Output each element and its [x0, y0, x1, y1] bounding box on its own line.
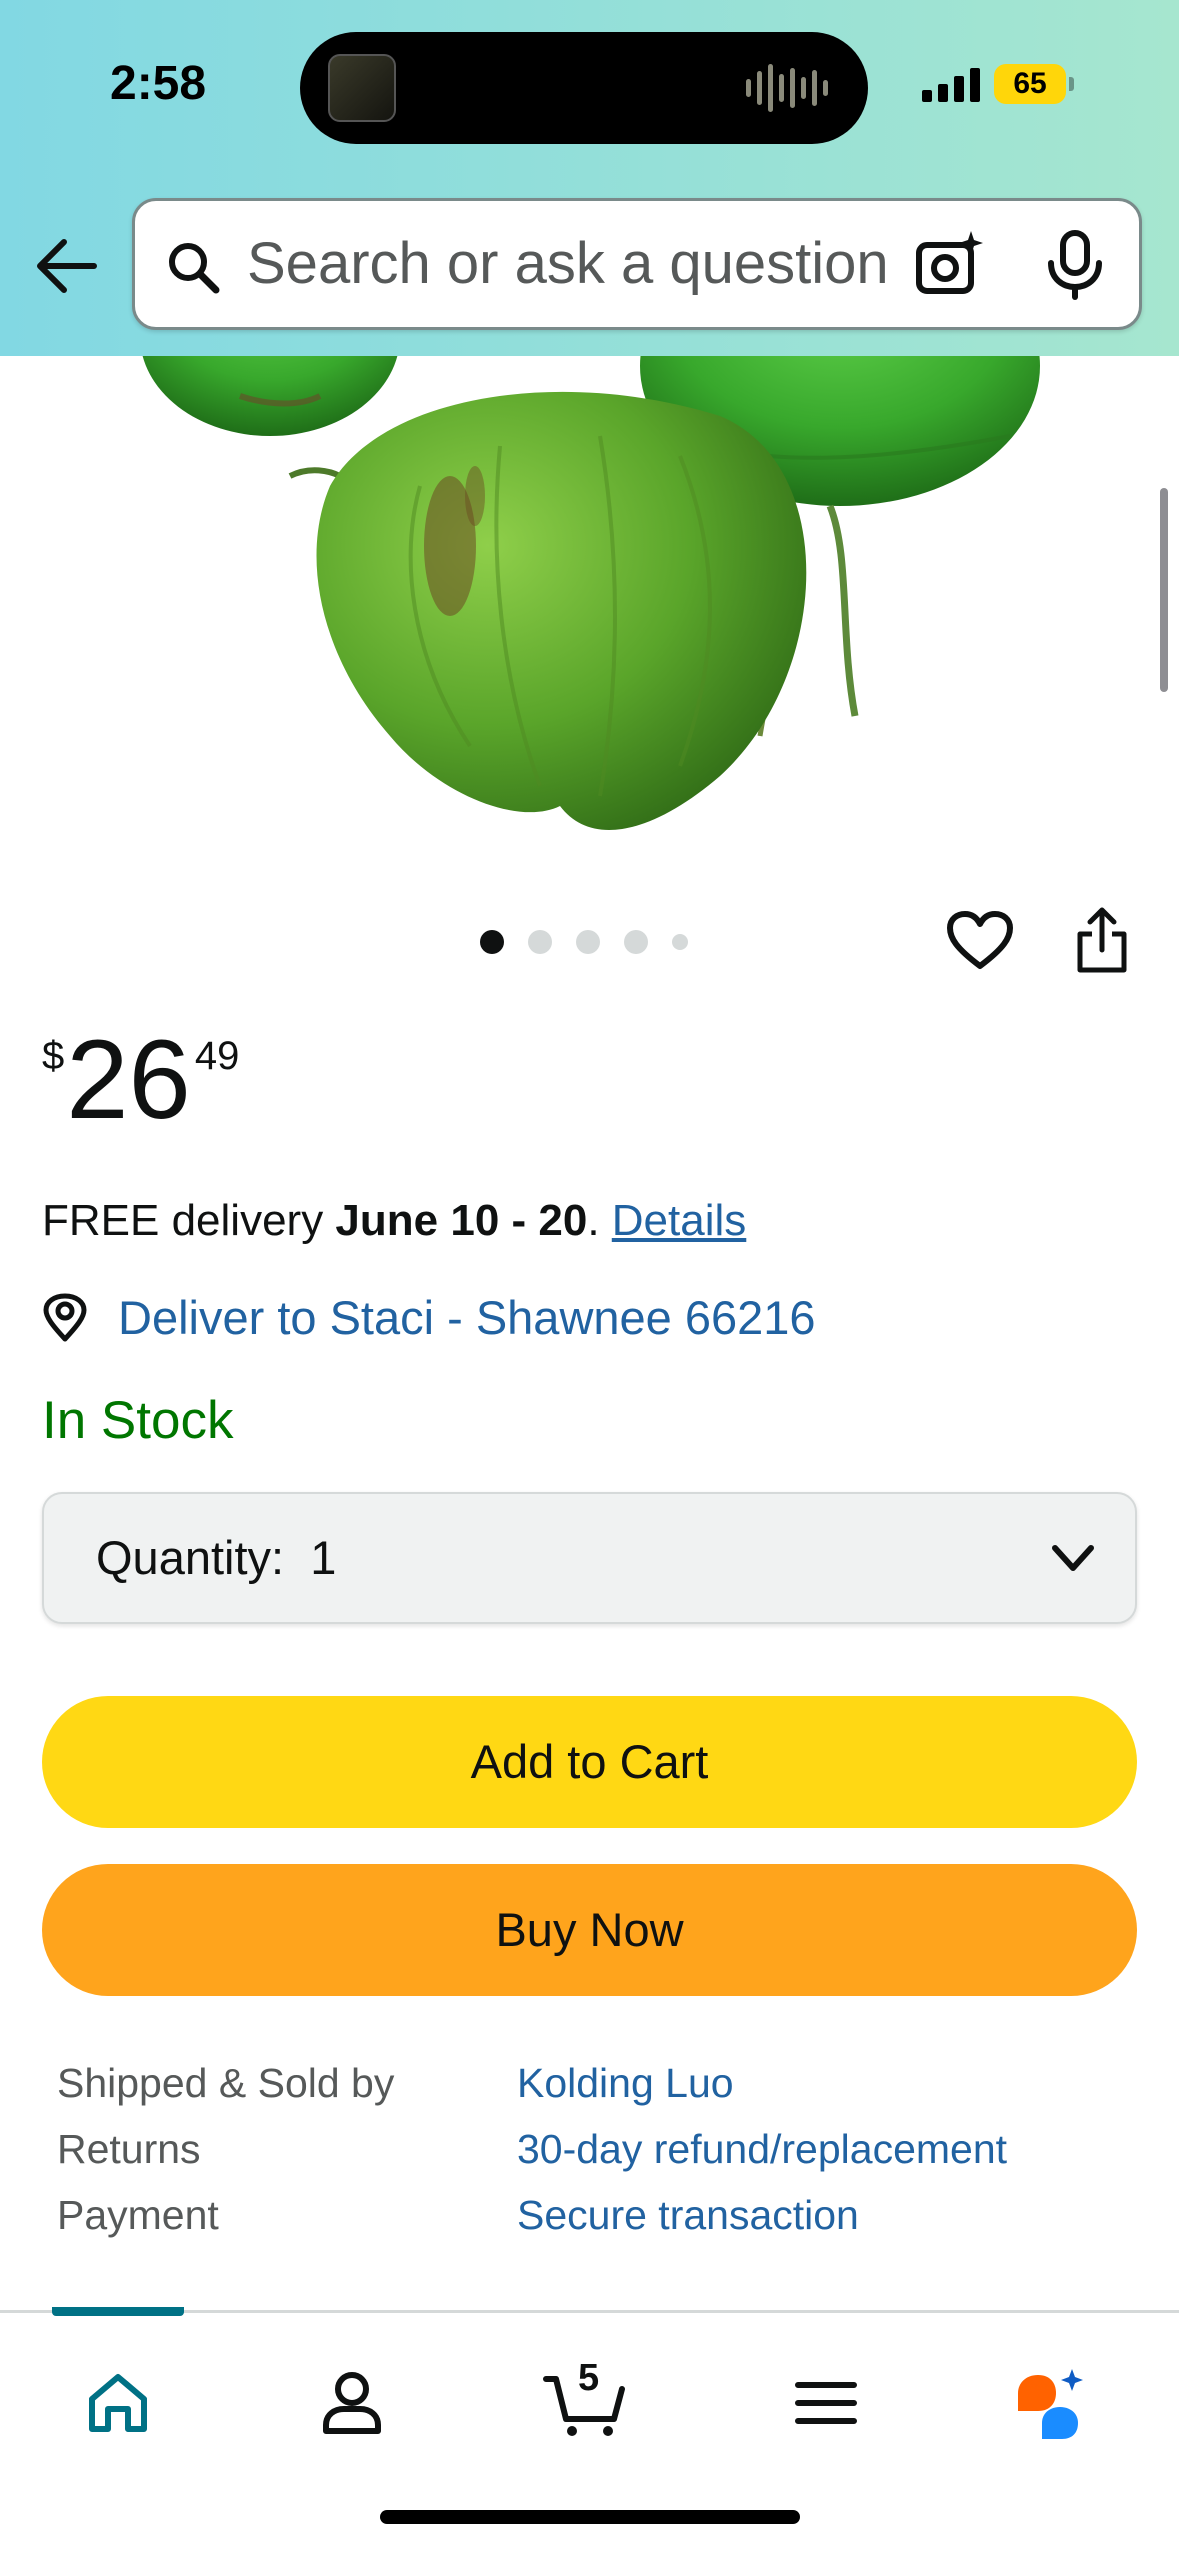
- delivery-info: FREE delivery June 10 - 20. Details: [42, 1196, 747, 1245]
- payment-link[interactable]: Secure transaction: [517, 2192, 859, 2239]
- home-icon[interactable]: [78, 2363, 158, 2443]
- deliver-to-location[interactable]: Deliver to Staci - Shawnee 66216: [42, 1290, 816, 1345]
- cart-count: 5: [578, 2357, 600, 2399]
- pager-dot[interactable]: [672, 934, 688, 950]
- menu-icon[interactable]: [786, 2363, 866, 2443]
- status-time: 2:58: [110, 57, 207, 110]
- pager-dot[interactable]: [528, 930, 552, 954]
- home-indicator[interactable]: [380, 2510, 800, 2524]
- search-bar[interactable]: Search or ask a question: [132, 198, 1142, 330]
- info-row-returns: Returns 30-day refund/replacement: [57, 2116, 1007, 2182]
- cellular-signal-icon: [922, 66, 980, 102]
- pager-dot[interactable]: [480, 930, 504, 954]
- stock-status: In Stock: [42, 1391, 234, 1450]
- now-playing-artwork: [328, 54, 396, 122]
- price-currency: $: [42, 1034, 65, 1078]
- coconut-image: [142, 356, 1040, 830]
- price: $ 26 49: [42, 1020, 239, 1140]
- camera-search-icon[interactable]: [913, 227, 989, 303]
- pager-dot[interactable]: [576, 930, 600, 954]
- quantity-selector[interactable]: Quantity: 1: [42, 1492, 1137, 1624]
- buy-now-button[interactable]: Buy Now: [42, 1864, 1137, 1996]
- cart-button[interactable]: 5: [542, 2357, 632, 2443]
- product-image[interactable]: [0, 356, 1179, 876]
- pager-dot[interactable]: [624, 930, 648, 954]
- info-key: Payment: [57, 2191, 219, 2238]
- price-whole: 26: [66, 1017, 191, 1142]
- scroll-indicator: [1160, 488, 1168, 692]
- chevron-down-icon: [1052, 1545, 1094, 1571]
- seller-info: Shipped & Sold by Kolding Luo Returns 30…: [57, 2050, 1007, 2248]
- info-key: Shipped & Sold by: [57, 2059, 395, 2106]
- delivery-details-link[interactable]: Details: [612, 1196, 747, 1245]
- delivery-dates: June 10 - 20: [335, 1196, 588, 1245]
- quantity-value: 1: [310, 1531, 337, 1584]
- info-row-seller: Shipped & Sold by Kolding Luo: [57, 2050, 1007, 2116]
- returns-link[interactable]: 30-day refund/replacement: [517, 2126, 1007, 2173]
- back-arrow-icon[interactable]: [34, 236, 98, 296]
- quantity-label: Quantity: 1: [96, 1531, 337, 1584]
- info-row-payment: Payment Secure transaction: [57, 2182, 1007, 2248]
- deliver-to-text[interactable]: Deliver to Staci - Shawnee 66216: [118, 1290, 816, 1345]
- rufus-assistant-icon[interactable]: [1010, 2363, 1090, 2443]
- audio-waveform-icon: [746, 62, 828, 114]
- microphone-icon[interactable]: [1043, 229, 1107, 301]
- add-to-cart-button[interactable]: Add to Cart: [42, 1696, 1137, 1828]
- heart-icon[interactable]: [946, 910, 1014, 972]
- account-icon[interactable]: [312, 2363, 392, 2443]
- image-pager[interactable]: [480, 930, 688, 954]
- location-pin-icon: [43, 1293, 87, 1341]
- info-key: Returns: [57, 2125, 201, 2172]
- price-fraction: 49: [194, 1034, 240, 1078]
- nav-active-indicator: [52, 2307, 184, 2316]
- seller-link[interactable]: Kolding Luo: [517, 2060, 734, 2107]
- search-icon: [169, 243, 220, 294]
- battery-indicator: 65: [994, 64, 1074, 104]
- share-icon[interactable]: [1074, 906, 1130, 976]
- dynamic-island[interactable]: [300, 32, 868, 144]
- app-header: 2:58 65 Search or ask a question: [0, 0, 1179, 356]
